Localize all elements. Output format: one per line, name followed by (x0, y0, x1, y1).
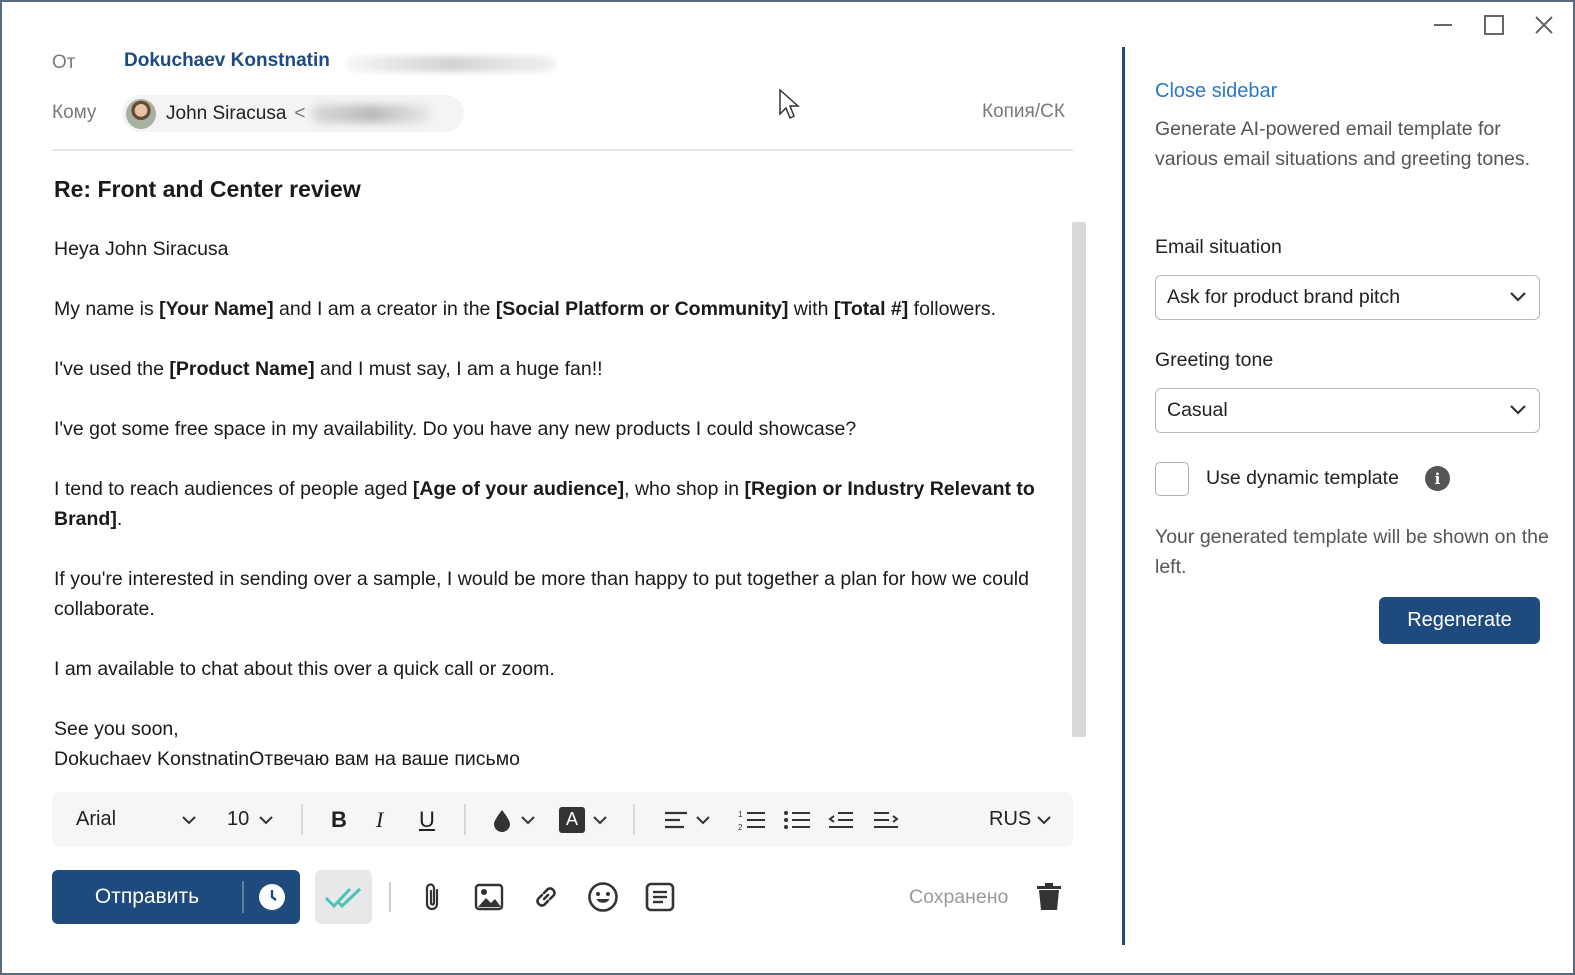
svg-text:2: 2 (738, 823, 743, 831)
cc-bcc-link[interactable]: Копия/СК (982, 101, 1068, 123)
body-paragraph-1: My name is [Your Name] and I am a creato… (54, 298, 997, 320)
ink-drop-icon (494, 809, 510, 832)
send-button[interactable]: Отправить (52, 870, 300, 924)
email-situation-select[interactable]: Ask for product brand pitch (1155, 275, 1540, 320)
highlight-color-button[interactable] (491, 792, 535, 847)
chevron-down-icon (1510, 292, 1526, 302)
sidebar-description: Generate AI-powered email template for v… (1155, 118, 1531, 170)
bold-button[interactable]: B (331, 792, 347, 847)
body-paragraph-2: I've used the [Product Name] and I must … (54, 358, 603, 380)
email-situation-label: Email situation (1155, 236, 1282, 258)
read-receipt-toggle[interactable] (315, 870, 372, 924)
subject-field[interactable]: Re: Front and Center review (54, 176, 361, 203)
from-email-redacted (346, 56, 556, 72)
numbered-list-button[interactable]: 12 (738, 792, 766, 847)
trash-icon[interactable] (1031, 878, 1067, 916)
indent-button[interactable] (873, 792, 899, 847)
chevron-down-icon (521, 815, 535, 824)
indent-icon (874, 811, 899, 828)
body-paragraph-5: If you're interested in sending over a s… (54, 568, 1029, 620)
bullet-list-button[interactable] (783, 792, 811, 847)
language-select[interactable]: RUS (989, 792, 1051, 847)
header-divider (52, 149, 1073, 151)
dynamic-template-checkbox[interactable] (1155, 462, 1189, 496)
close-icon[interactable] (1529, 10, 1559, 40)
font-size-select[interactable]: 10 (227, 792, 273, 847)
schedule-clock-icon[interactable] (244, 883, 300, 911)
recipient-name: John Siracusa (166, 102, 287, 124)
sidebar-note: Your generated template will be shown on… (1155, 526, 1549, 578)
compose-window: От Dokuchaev Konstnatin Кому John Siracu… (0, 0, 1575, 975)
body-paragraph-4: I tend to reach audiences of people aged… (54, 478, 1035, 530)
dynamic-template-label: Use dynamic template (1206, 467, 1399, 489)
body-paragraph-3: I've got some free space in my availabil… (54, 418, 857, 440)
chevron-down-icon (182, 815, 196, 824)
italic-button[interactable]: I (376, 792, 383, 847)
numbered-list-icon: 12 (738, 810, 765, 831)
chevron-down-icon (593, 815, 607, 824)
emoji-icon[interactable] (585, 878, 621, 916)
bullet-list-icon (784, 810, 810, 829)
underline-button[interactable]: U (419, 792, 435, 847)
font-color-icon: A (559, 806, 585, 833)
svg-text:1: 1 (738, 810, 743, 819)
align-select[interactable] (664, 792, 710, 847)
send-label: Отправить (94, 885, 200, 908)
align-left-icon (665, 811, 687, 828)
recipient-chip[interactable]: John Siracusa < (122, 95, 464, 132)
chevron-down-icon (1037, 815, 1051, 824)
mouse-cursor-icon (779, 88, 800, 120)
maximize-icon[interactable] (1479, 10, 1509, 40)
signature-line: Dokuchaev KonstnatinОтвечаю вам на ваше … (54, 748, 520, 770)
from-name: Dokuchaev Konstnatin (124, 50, 330, 71)
info-icon[interactable]: i (1425, 466, 1450, 491)
message-body[interactable]: Heya John Siracusa My name is [Your Name… (54, 234, 1064, 774)
from-label: От (52, 52, 76, 73)
to-label: Кому (52, 102, 97, 123)
greeting-tone-select[interactable]: Casual (1155, 388, 1540, 433)
chevron-down-icon (259, 815, 273, 824)
greeting-line: Heya John Siracusa (54, 238, 229, 260)
chevron-down-icon (1510, 405, 1526, 415)
close-sidebar-link[interactable]: Close sidebar (1155, 80, 1277, 103)
sidebar-border (1122, 47, 1125, 945)
saved-status: Сохранено (909, 886, 1009, 908)
image-icon[interactable] (471, 878, 507, 916)
font-family-select[interactable]: Arial (76, 792, 196, 847)
recipient-email-prefix: < (294, 102, 306, 124)
body-paragraph-6: I am available to chat about this over a… (54, 658, 555, 680)
body-scrollbar[interactable] (1072, 222, 1086, 737)
minimize-icon[interactable] (1428, 10, 1458, 40)
attach-icon[interactable] (415, 878, 451, 916)
font-color-button[interactable]: A (559, 792, 607, 847)
regenerate-button[interactable]: Regenerate (1379, 597, 1540, 644)
closing-line: See you soon, (54, 718, 179, 740)
template-icon[interactable] (642, 878, 678, 916)
read-receipt-check-icon (324, 887, 361, 908)
formatting-toolbar: Arial 10 B I U A 12 RUS (52, 792, 1073, 847)
chevron-down-icon (696, 815, 710, 824)
avatar (126, 98, 156, 129)
greeting-tone-label: Greeting tone (1155, 349, 1274, 371)
recipient-email-redacted (311, 104, 432, 123)
outdent-icon (828, 811, 853, 828)
link-icon[interactable] (528, 878, 564, 916)
outdent-button[interactable] (828, 792, 854, 847)
